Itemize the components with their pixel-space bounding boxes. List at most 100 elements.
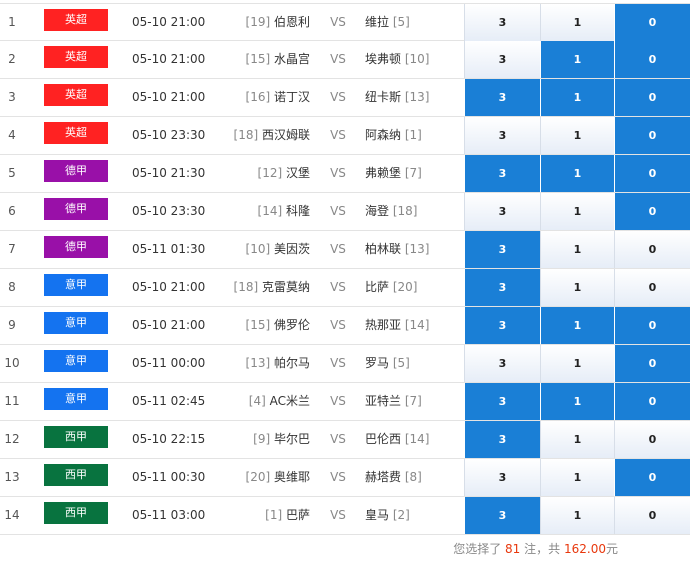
odds-loss-button[interactable]: 0	[614, 231, 690, 268]
odds-loss-button[interactable]: 0	[614, 193, 690, 230]
away-team-name: 埃弗顿	[365, 52, 402, 66]
odds-win-button[interactable]: 3	[464, 269, 540, 306]
home-team: [1] 巴萨	[200, 497, 310, 534]
odds-win-button[interactable]: 3	[464, 155, 540, 192]
row-number: 13	[4, 470, 20, 484]
league-badge: 英超	[44, 84, 108, 106]
away-rank: [8]	[404, 470, 422, 484]
away-team-name: 纽卡斯	[365, 90, 402, 104]
home-team: [18] 克雷莫纳	[200, 269, 310, 306]
away-team-name: 弗赖堡	[365, 166, 402, 180]
match-row: 5 德甲 05-10 21:30 [12] 汉堡 VS 弗赖堡 [7] 3 1 0	[0, 155, 690, 193]
odds-win-button[interactable]: 3	[464, 79, 540, 116]
odds-win-button[interactable]: 3	[464, 231, 540, 268]
row-number: 10	[4, 356, 20, 370]
odds-win-button[interactable]: 3	[464, 345, 540, 382]
selection-summary: 您选择了 81 注，共 162.00元	[453, 540, 618, 557]
odds-draw-button[interactable]: 1	[540, 421, 614, 458]
home-team: [4] AC米兰	[200, 383, 310, 420]
away-team: 巴伦西 [14]	[365, 421, 465, 458]
odds-loss-button[interactable]: 0	[614, 269, 690, 306]
odds-draw-button[interactable]: 1	[540, 193, 614, 230]
away-team-name: 赫塔费	[365, 470, 402, 484]
odds-loss-button[interactable]: 0	[614, 4, 690, 41]
vs-label: VS	[330, 280, 346, 294]
odds-loss-button[interactable]: 0	[614, 459, 690, 496]
league-badge: 英超	[44, 122, 108, 144]
match-row: 14 西甲 05-11 03:00 [1] 巴萨 VS 皇马 [2] 3 1 0	[0, 497, 690, 535]
home-rank: [1]	[265, 508, 283, 522]
odds-draw-button[interactable]: 1	[540, 459, 614, 496]
away-rank: [7]	[404, 166, 422, 180]
vs-label: VS	[330, 15, 346, 29]
home-rank: [18]	[233, 280, 259, 294]
home-rank: [14]	[257, 204, 283, 218]
row-number: 6	[8, 204, 16, 218]
home-rank: [4]	[248, 394, 266, 408]
home-team: [12] 汉堡	[200, 155, 310, 192]
odds-draw-button[interactable]: 1	[540, 307, 614, 344]
vs-label: VS	[330, 394, 346, 408]
odds-loss-button[interactable]: 0	[614, 117, 690, 154]
odds-draw-button[interactable]: 1	[540, 79, 614, 116]
home-team-name: 美因茨	[273, 242, 310, 256]
odds-draw-button[interactable]: 1	[540, 4, 614, 41]
match-row: 9 意甲 05-10 21:00 [15] 佛罗伦 VS 热那亚 [14] 3 1 0	[0, 307, 690, 345]
odds-draw-button[interactable]: 1	[540, 41, 614, 78]
odds-loss-button[interactable]: 0	[614, 497, 690, 534]
odds-loss-button[interactable]: 0	[614, 383, 690, 420]
odds-draw-button[interactable]: 1	[540, 231, 614, 268]
league-badge: 西甲	[44, 464, 108, 486]
vs-label: VS	[330, 318, 346, 332]
home-team-name: 诺丁汉	[273, 90, 310, 104]
league-badge: 意甲	[44, 312, 108, 334]
home-team: [18] 西汉姆联	[200, 117, 310, 154]
odds-win-button[interactable]: 3	[464, 497, 540, 534]
home-team-name: 佛罗伦	[273, 318, 310, 332]
odds-draw-button[interactable]: 1	[540, 269, 614, 306]
vs-label: VS	[330, 432, 346, 446]
match-row: 11 意甲 05-11 02:45 [4] AC米兰 VS 亚特兰 [7] 3 1 0	[0, 383, 690, 421]
odds-loss-button[interactable]: 0	[614, 41, 690, 78]
away-team: 弗赖堡 [7]	[365, 155, 465, 192]
home-rank: [15]	[245, 318, 271, 332]
match-row: 7 德甲 05-11 01:30 [10] 美因茨 VS 柏林联 [13] 3 1 0	[0, 231, 690, 269]
away-rank: [5]	[392, 15, 410, 29]
away-rank: [1]	[404, 128, 422, 142]
odds-draw-button[interactable]: 1	[540, 383, 614, 420]
away-rank: [10]	[404, 52, 430, 66]
odds-loss-button[interactable]: 0	[614, 155, 690, 192]
odds-win-button[interactable]: 3	[464, 4, 540, 41]
odds-win-button[interactable]: 3	[464, 383, 540, 420]
odds-loss-button[interactable]: 0	[614, 79, 690, 116]
away-team-name: 亚特兰	[365, 394, 402, 408]
odds-draw-button[interactable]: 1	[540, 345, 614, 382]
odds-loss-button[interactable]: 0	[614, 345, 690, 382]
odds-draw-button[interactable]: 1	[540, 497, 614, 534]
league-badge: 意甲	[44, 350, 108, 372]
home-team: [20] 奥维耶	[200, 459, 310, 496]
row-number: 5	[8, 166, 16, 180]
summary-prefix: 您选择了	[453, 542, 502, 556]
odds-win-button[interactable]: 3	[464, 307, 540, 344]
league-badge: 西甲	[44, 426, 108, 448]
home-team-name: 克雷莫纳	[261, 280, 310, 294]
away-rank: [18]	[392, 204, 418, 218]
home-team-name: 西汉姆联	[261, 128, 310, 142]
odds-win-button[interactable]: 3	[464, 117, 540, 154]
away-rank: [2]	[392, 508, 410, 522]
home-team: [13] 帕尔马	[200, 345, 310, 382]
odds-win-button[interactable]: 3	[464, 41, 540, 78]
home-rank: [13]	[245, 356, 271, 370]
odds-draw-button[interactable]: 1	[540, 155, 614, 192]
odds-loss-button[interactable]: 0	[614, 307, 690, 344]
match-row: 12 西甲 05-10 22:15 [9] 毕尔巴 VS 巴伦西 [14] 3 1 0	[0, 421, 690, 459]
odds-loss-button[interactable]: 0	[614, 421, 690, 458]
odds-draw-button[interactable]: 1	[540, 117, 614, 154]
odds-win-button[interactable]: 3	[464, 459, 540, 496]
away-rank: [5]	[392, 356, 410, 370]
odds-win-button[interactable]: 3	[464, 193, 540, 230]
league-badge: 意甲	[44, 274, 108, 296]
odds-win-button[interactable]: 3	[464, 421, 540, 458]
away-team-name: 阿森纳	[365, 128, 402, 142]
